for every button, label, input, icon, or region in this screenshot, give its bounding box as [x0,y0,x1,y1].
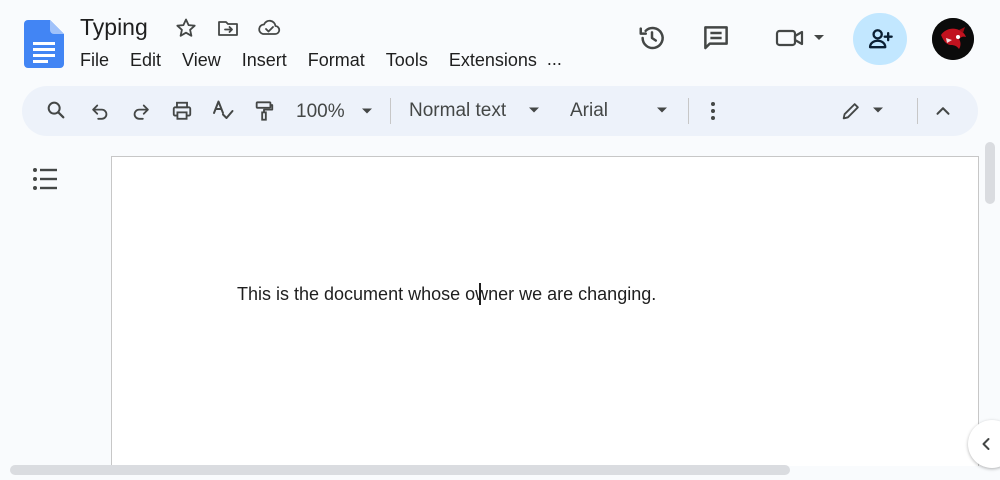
move-to-folder-icon[interactable] [216,16,240,40]
font-select[interactable]: Arial [570,99,608,123]
menu-insert[interactable]: Insert [242,48,287,72]
docs-logo-icon[interactable] [24,20,64,68]
chevron-left-icon [978,436,994,452]
menu-format[interactable]: Format [308,48,365,72]
spelling-check-icon[interactable] [211,98,235,122]
zoom-dropdown-icon[interactable] [360,104,374,118]
toolbar-separator [390,98,391,124]
horizontal-scrollbar[interactable] [10,465,790,475]
document-outline-icon[interactable] [30,166,60,192]
undo-icon[interactable] [88,99,112,123]
editing-mode-dropdown-icon[interactable] [871,103,885,117]
document-body-text[interactable]: This is the document whose owner we are … [237,282,656,306]
star-icon[interactable] [174,16,198,40]
document-page[interactable] [111,156,979,466]
editing-mode-pencil-icon[interactable] [839,99,863,123]
zoom-select[interactable]: 100% [296,100,345,124]
font-dropdown-icon[interactable] [655,103,669,117]
print-icon[interactable] [170,99,194,123]
more-options-icon[interactable] [701,99,725,123]
share-add-person-icon [866,25,894,53]
style-dropdown-icon[interactable] [527,103,541,117]
text-cursor [479,283,481,305]
paragraph-style-select[interactable]: Normal text [409,99,506,123]
account-avatar[interactable] [932,18,974,60]
version-history-icon[interactable] [634,20,670,56]
share-button[interactable] [853,13,907,65]
redo-icon[interactable] [129,99,153,123]
comments-icon[interactable] [698,20,734,56]
search-menus-icon[interactable] [44,98,68,122]
menu-edit[interactable]: Edit [130,48,161,72]
cloud-saved-icon[interactable] [256,16,281,40]
menu-file[interactable]: File [80,48,109,72]
toolbar-separator [688,98,689,124]
document-title[interactable]: Typing [80,12,148,42]
menu-more[interactable]: ... [547,48,562,72]
vertical-scrollbar[interactable] [985,142,995,204]
collapse-menus-icon[interactable] [931,99,955,123]
paint-format-icon[interactable] [252,99,276,123]
menu-extensions[interactable]: Extensions [449,48,537,72]
menu-bar: File Edit View Insert Format Tools Exten… [80,48,583,72]
toolbar-separator [917,98,918,124]
menu-tools[interactable]: Tools [386,48,428,72]
menu-view[interactable]: View [182,48,221,72]
meet-video-icon[interactable] [768,20,828,56]
